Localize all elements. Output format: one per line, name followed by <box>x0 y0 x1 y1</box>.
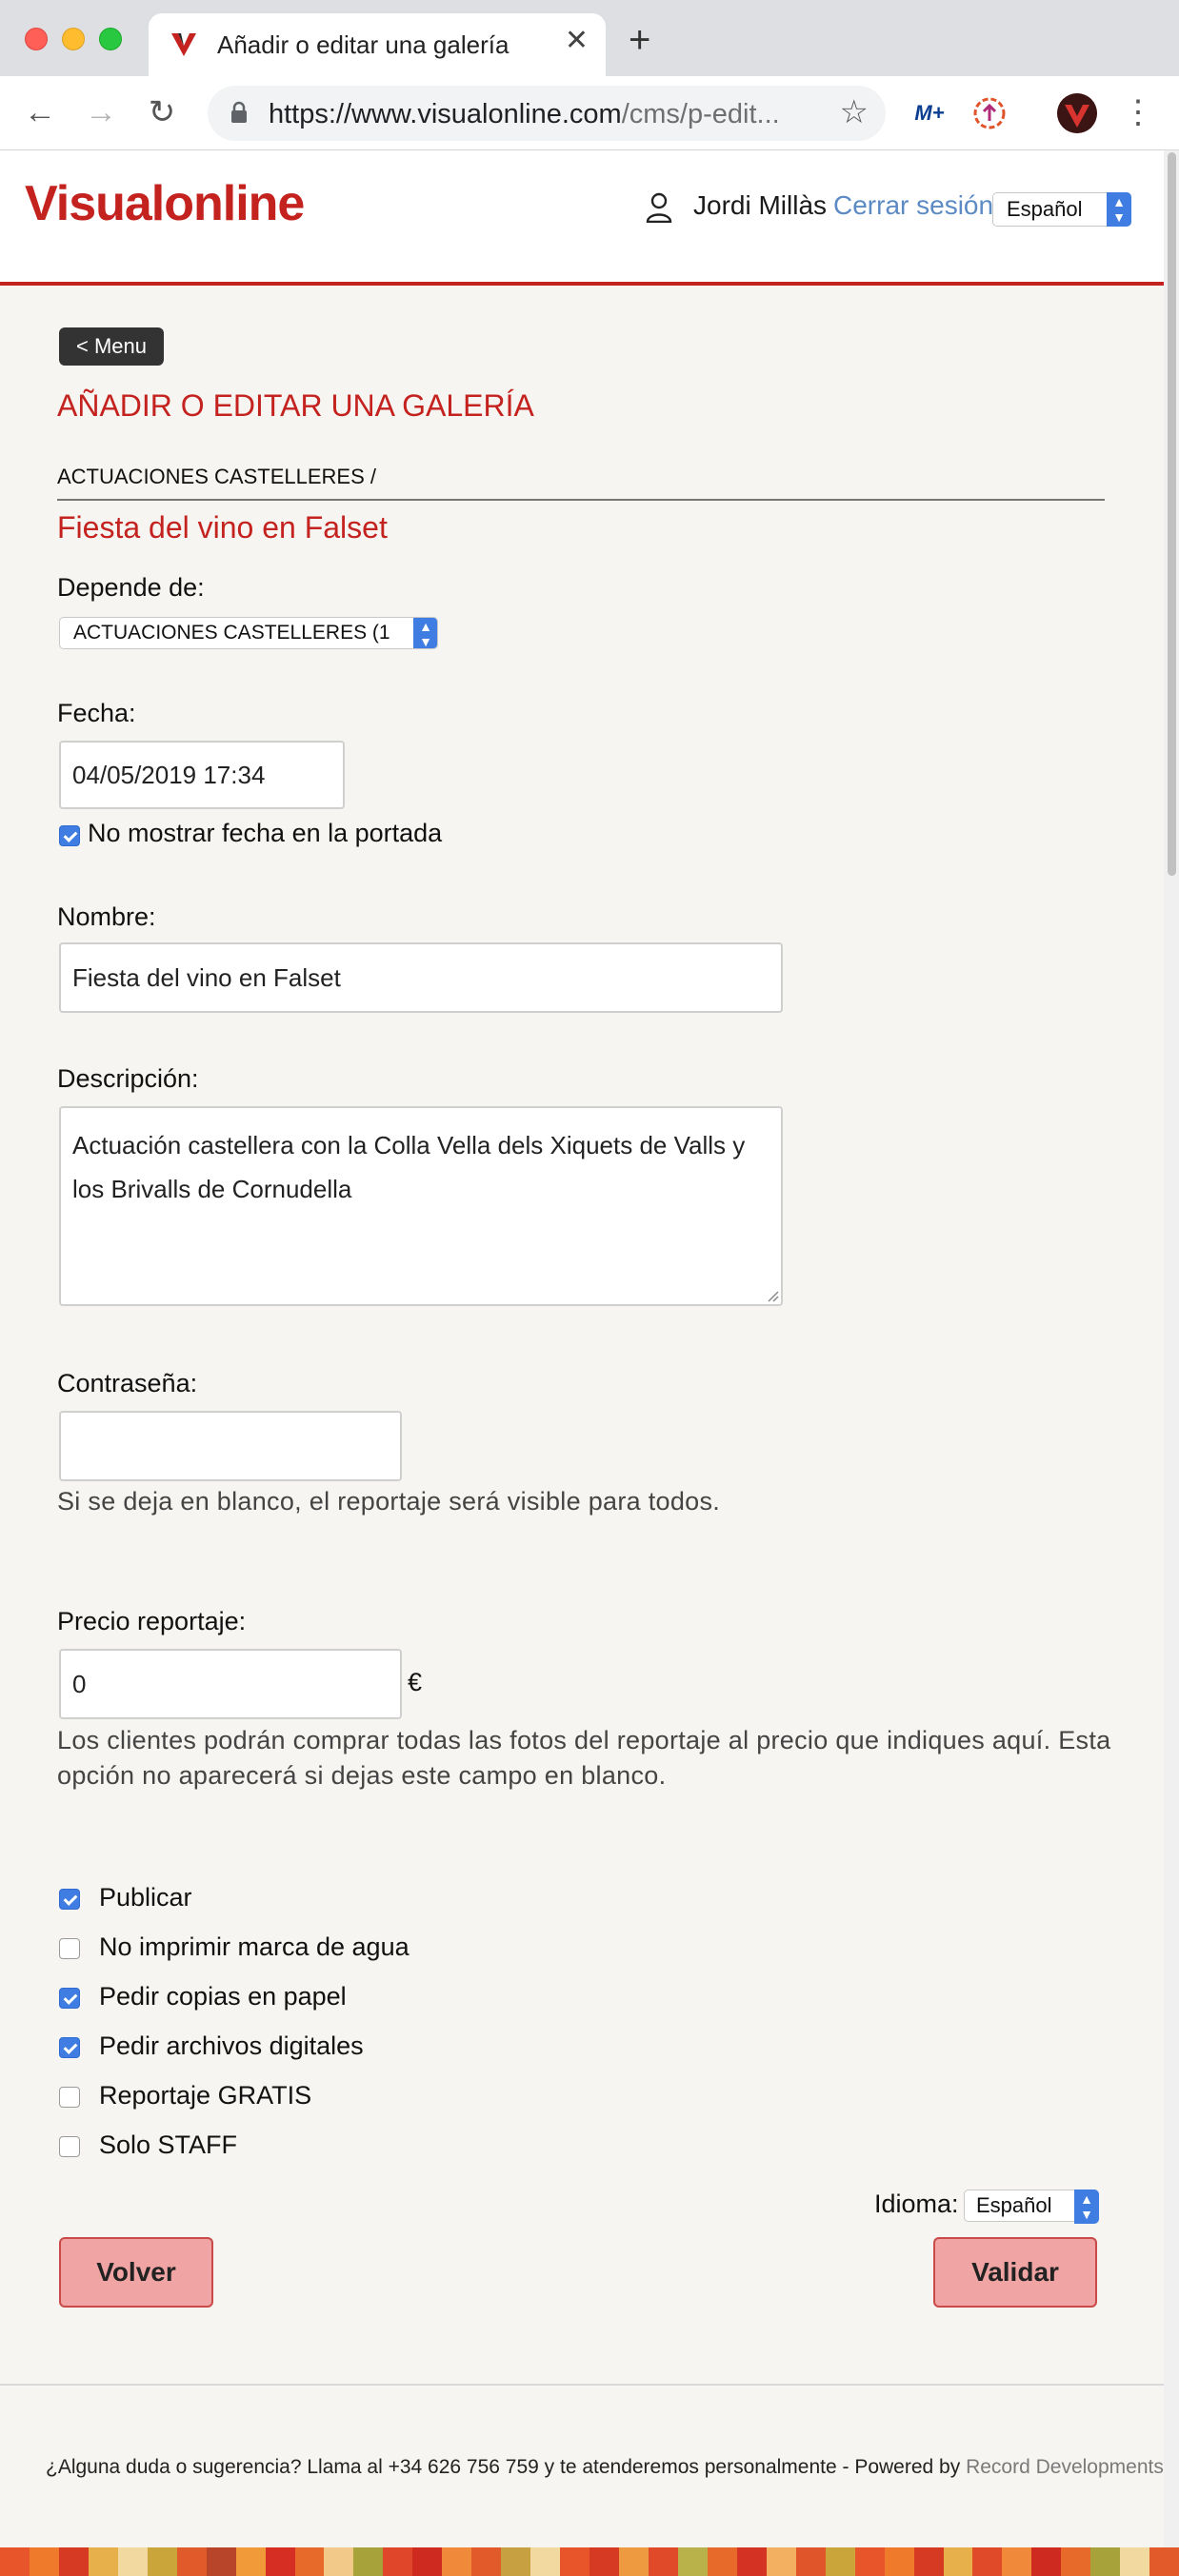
select-chevron-icon: ▲ ▼ <box>413 618 437 648</box>
movistar-extension-icon[interactable]: M+ <box>909 93 949 133</box>
footer-divider <box>0 2384 1164 2386</box>
depende-select[interactable]: ACTUACIONES CASTELLERES (1 ▲ ▼ <box>59 617 438 649</box>
visualonline-logo[interactable]: Visualonline <box>25 175 305 232</box>
submit-button[interactable]: Validar <box>933 2237 1097 2308</box>
user-name: Jordi Millàs <box>693 190 828 220</box>
password-label: Contraseña: <box>57 1369 198 1397</box>
publicar-label: Publicar <box>99 1883 192 1912</box>
staff-only-checkbox[interactable] <box>59 2136 80 2157</box>
browser-tab[interactable]: Añadir o editar una galería ✕ <box>149 13 606 76</box>
lock-icon <box>231 101 247 123</box>
descripcion-label: Descripción: <box>57 1064 199 1093</box>
precio-help-text: Los clientes podrán comprar todas las fo… <box>57 1726 1111 1790</box>
tab-close-icon[interactable]: ✕ <box>565 27 589 55</box>
paper-copies-label: Pedir copias en papel <box>99 1982 347 2011</box>
no-watermark-label: No imprimir marca de agua <box>99 1932 410 1961</box>
no-fecha-checkbox[interactable] <box>59 825 80 846</box>
select-chevron-icon: ▲ ▼ <box>1107 192 1131 227</box>
bookmark-star-icon[interactable]: ☆ <box>840 93 869 131</box>
logout-link[interactable]: Cerrar sesión <box>833 190 993 221</box>
currency-symbol: € <box>408 1668 423 1696</box>
no-watermark-checkbox[interactable] <box>59 1938 80 1959</box>
digital-files-label: Pedir archivos digitales <box>99 2031 364 2060</box>
window-close-button[interactable] <box>25 28 48 50</box>
back-button[interactable]: Volver <box>59 2237 213 2308</box>
avatar-image <box>1057 93 1097 133</box>
menu-back-button[interactable]: < Menu <box>59 327 164 366</box>
decorative-color-stripe <box>0 2547 1179 2576</box>
breadcrumb[interactable]: ACTUACIONES CASTELLERES / <box>57 465 376 489</box>
site-header: Visualonline Jordi Millàs Cerrar sesión … <box>0 150 1164 286</box>
address-bar[interactable]: https://www.visualonline.com/cms/p-edit.… <box>208 86 886 141</box>
nombre-label: Nombre: <box>57 902 156 931</box>
gallery-name-heading: Fiesta del vino en Falset <box>57 510 388 545</box>
depende-label: Depende de: <box>57 573 205 602</box>
digital-files-checkbox[interactable] <box>59 2037 80 2058</box>
password-input[interactable] <box>59 1411 402 1481</box>
forward-arrow-icon[interactable]: → <box>82 93 120 131</box>
resize-handle-icon[interactable] <box>766 1289 779 1302</box>
nombre-input[interactable]: Fiesta del vino en Falset <box>59 942 783 1013</box>
back-arrow-icon[interactable]: ← <box>21 93 59 131</box>
reload-icon[interactable]: ↻ <box>143 93 181 131</box>
scrollbar-thumb[interactable] <box>1168 152 1176 876</box>
no-fecha-label: No mostrar fecha en la portada <box>88 819 443 847</box>
browser-tab-bar: Añadir o editar una galería ✕ + <box>0 0 1179 76</box>
idioma-select[interactable]: Español ▲ ▼ <box>964 2190 1099 2224</box>
paper-copies-checkbox[interactable] <box>59 1988 80 2009</box>
descripcion-textarea[interactable]: Actuación castellera con la Colla Vella … <box>59 1106 783 1306</box>
divider <box>57 499 1105 501</box>
window-maximize-button[interactable] <box>99 28 122 50</box>
footer-link[interactable]: Record Developments <box>966 2456 1164 2478</box>
footer-text: ¿Alguna duda o sugerencia? Llama al +34 … <box>46 2456 1164 2478</box>
password-help-text: Si se deja en blanco, el reportaje será … <box>57 1487 721 1516</box>
url-text: https://www.visualonline.com/cms/p-edit.… <box>269 99 780 129</box>
upload-extension-icon[interactable] <box>969 93 1009 133</box>
user-icon <box>646 192 672 223</box>
free-report-label: Reportaje GRATIS <box>99 2081 312 2110</box>
fecha-label: Fecha: <box>57 699 136 727</box>
fecha-input[interactable]: 04/05/2019 17:34 <box>59 741 345 809</box>
header-language-select[interactable]: Español ▲ ▼ <box>992 192 1131 227</box>
new-tab-icon[interactable]: + <box>629 21 650 59</box>
precio-input[interactable]: 0 <box>59 1649 402 1719</box>
publicar-checkbox[interactable] <box>59 1889 80 1910</box>
browser-toolbar: ← → ↻ https://www.visualonline.com/cms/p… <box>0 76 1179 150</box>
free-report-checkbox[interactable] <box>59 2087 80 2108</box>
window-minimize-button[interactable] <box>62 28 85 50</box>
profile-avatar[interactable] <box>1057 93 1097 133</box>
page-title: AÑADIR O EDITAR UNA GALERÍA <box>57 388 534 423</box>
idioma-label: Idioma: <box>874 2190 959 2218</box>
browser-menu-icon[interactable]: ⋮ <box>1118 93 1158 133</box>
tab-title: Añadir o editar una galería <box>217 30 510 59</box>
precio-label: Precio reportaje: <box>57 1607 247 1635</box>
select-chevron-icon: ▲ ▼ <box>1074 2190 1099 2224</box>
visualonline-favicon-icon <box>171 33 196 56</box>
staff-only-label: Solo STAFF <box>99 2130 238 2159</box>
